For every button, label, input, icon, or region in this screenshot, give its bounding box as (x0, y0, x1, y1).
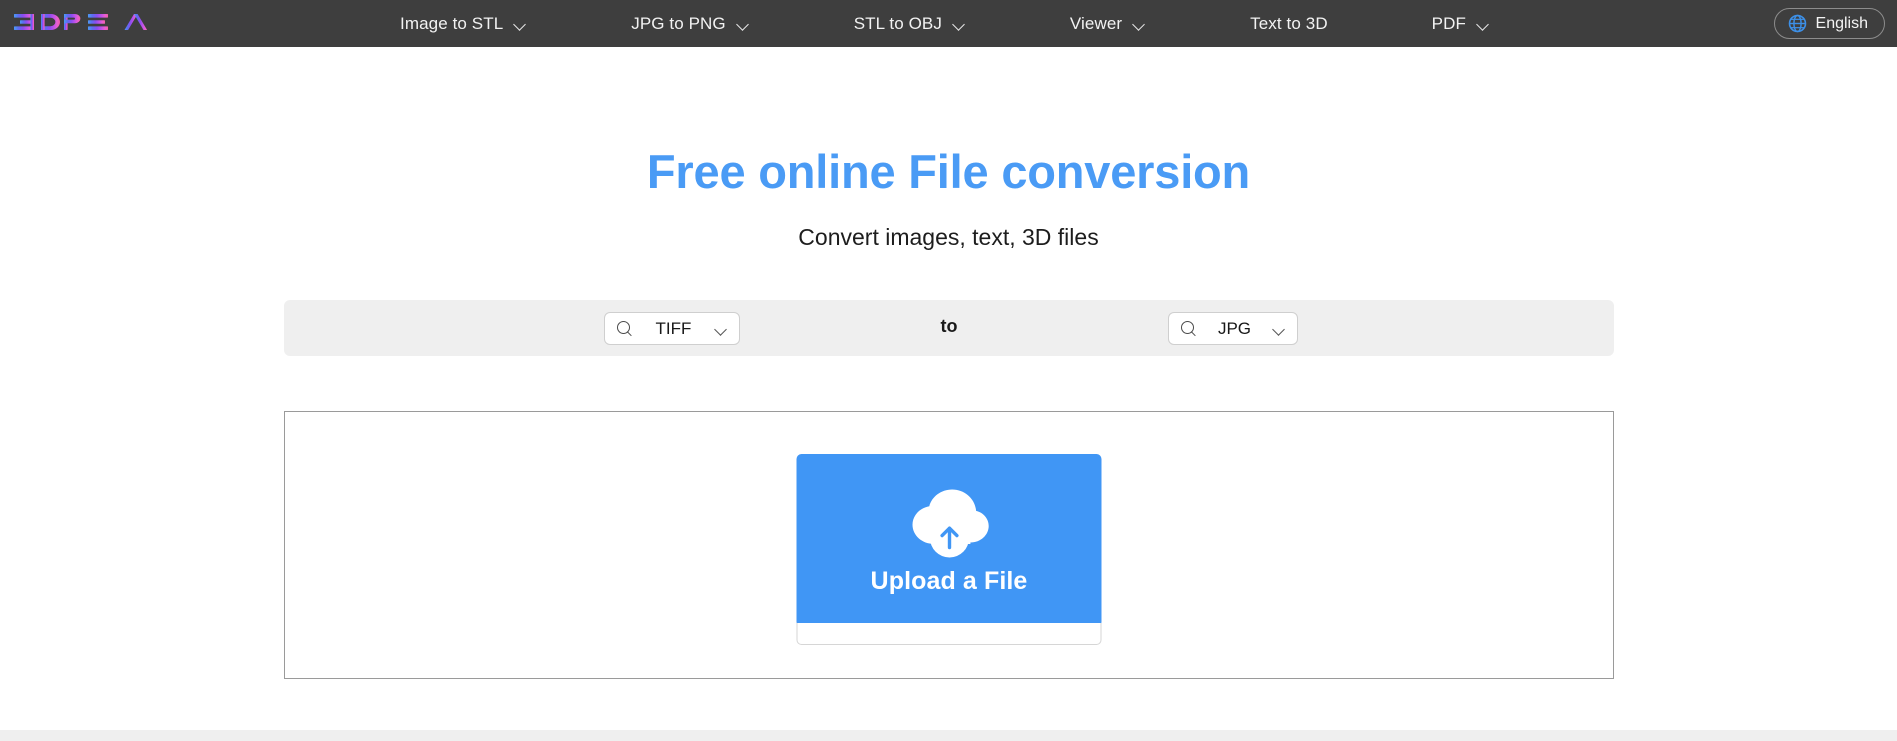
upload-control-group: Upload a File (796, 454, 1102, 645)
nav-label: JPG to PNG (631, 14, 726, 33)
language-label: English (1815, 14, 1868, 32)
footer-band (0, 730, 1897, 741)
upload-button-label: Upload a File (870, 567, 1028, 595)
format-converter-bar: TIFF to JPG (284, 300, 1614, 356)
chevron-down-icon (514, 20, 527, 28)
nav-label: Text to 3D (1250, 14, 1328, 33)
nav-item-viewer[interactable]: Viewer (1070, 15, 1146, 32)
conversion-separator-label: to (940, 316, 958, 336)
logo-3dpea-icon (14, 14, 148, 30)
search-icon (1181, 321, 1196, 336)
file-input-field[interactable] (796, 623, 1102, 645)
nav-item-text-to-3d[interactable]: Text to 3D (1250, 15, 1328, 32)
page-title: Free online File conversion (646, 145, 1251, 198)
chevron-down-icon (953, 20, 966, 28)
nav-label: PDF (1431, 14, 1466, 33)
nav-item-stl-to-obj[interactable]: STL to OBJ (854, 15, 966, 32)
upload-a-file-button[interactable]: Upload a File (796, 454, 1102, 627)
globe-icon (1788, 14, 1806, 33)
top-navigation-bar: Image to STL JPG to PNG STL to OBJ Viewe… (0, 0, 1897, 47)
chevron-down-icon (1273, 325, 1286, 333)
page-subtitle: Convert images, text, 3D files (798, 224, 1099, 250)
nav-label: Image to STL (400, 14, 504, 33)
nav-item-image-to-stl[interactable]: Image to STL (400, 15, 527, 32)
nav-item-jpg-to-png[interactable]: JPG to PNG (631, 15, 750, 32)
nav-label: STL to OBJ (853, 14, 942, 33)
language-selector-button[interactable]: English (1773, 8, 1885, 39)
nav-label: Viewer (1069, 14, 1123, 33)
nav-item-pdf[interactable]: PDF (1432, 15, 1490, 32)
chevron-down-icon (1477, 20, 1490, 28)
cloud-upload-icon (912, 489, 989, 558)
target-format-value: JPG (1217, 319, 1252, 338)
target-format-select[interactable]: JPG (1168, 312, 1298, 345)
chevron-down-icon (737, 20, 750, 28)
file-dropzone[interactable]: Upload a File (284, 411, 1614, 679)
main-content: Free online File conversion Convert imag… (0, 47, 1897, 741)
site-logo[interactable] (12, 7, 172, 39)
chevron-down-icon (1133, 20, 1146, 28)
main-menu: Image to STL JPG to PNG STL to OBJ Viewe… (400, 0, 1490, 47)
